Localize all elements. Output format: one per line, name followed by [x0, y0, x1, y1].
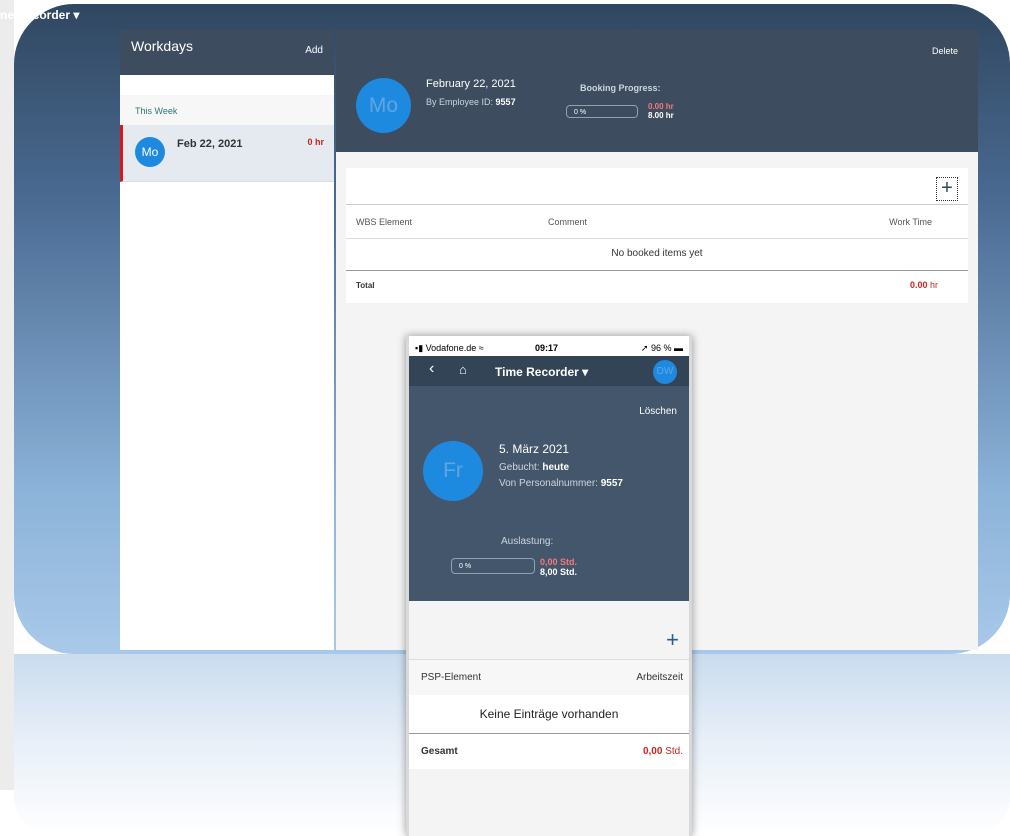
carrier-label: ▪▮ Vodafone.de ≈	[415, 343, 484, 353]
status-bar: ▪▮ Vodafone.de ≈ 09:17 ➚ 96 % ▬	[409, 336, 689, 356]
battery-label: ➚ 96 % ▬	[640, 343, 683, 353]
delete-button[interactable]: Löschen	[639, 406, 677, 417]
avatar: Mo	[356, 78, 411, 133]
target-hours: 8,00 Std.	[540, 567, 578, 577]
home-icon[interactable]: ⌂	[459, 362, 467, 377]
master-panel: Workdays Add This Week Mo Feb 22, 2021 0…	[120, 30, 334, 650]
user-avatar[interactable]: DW	[653, 360, 677, 384]
booked-hours: 0,00 Std.	[540, 557, 578, 567]
booking-progress-label: Booking Progress:	[580, 83, 661, 93]
app-title[interactable]: ne Recorder ▾	[0, 8, 79, 22]
avatar: Mo	[135, 137, 165, 167]
booking-table: + WBS Element Comment Work Time No booke…	[346, 168, 968, 303]
column-header: WBS Element	[356, 217, 413, 227]
group-header: This Week	[120, 95, 334, 125]
list-item-date: Feb 22, 2021	[177, 138, 243, 150]
empty-message: Keine Einträge vorhanden	[409, 695, 689, 734]
column-header: Arbeitszeit	[636, 672, 683, 683]
add-button[interactable]: Add	[305, 45, 323, 56]
delete-button[interactable]: Delete	[932, 46, 958, 56]
plus-icon[interactable]: +	[666, 627, 679, 653]
detail-date: February 22, 2021	[426, 78, 516, 90]
plus-icon[interactable]: +	[936, 177, 958, 201]
employee-id: 9557	[495, 97, 516, 107]
detail-header: Delete Mo February 22, 2021 By Employee …	[336, 30, 978, 152]
back-icon[interactable]: ‹	[429, 360, 434, 378]
booked-hours: 0.00 hr	[648, 102, 674, 111]
empty-message: No booked items yet	[346, 238, 968, 271]
booked-info: Gebucht: heute	[499, 462, 570, 473]
total-label: Gesamt	[421, 746, 458, 757]
employee-info: By Employee ID: 9557	[426, 97, 516, 107]
column-header: Comment	[548, 217, 588, 227]
left-edge-strip	[0, 0, 14, 790]
total-value: 0.00 hr	[909, 280, 938, 290]
master-spacer	[120, 75, 334, 95]
total-label: Total	[356, 281, 375, 290]
utilization-label: Auslastung:	[501, 536, 554, 547]
column-header: PSP-Element	[421, 672, 482, 683]
phone-app-title[interactable]: Time Recorder ▾	[495, 365, 588, 379]
phone-header: Löschen Fr 5. März 2021 Gebucht: heute V…	[409, 386, 689, 601]
booking-progress-bar: 0 %	[566, 105, 638, 118]
status-time: 09:17	[535, 343, 559, 353]
phone-screenshot: ▪▮ Vodafone.de ≈ 09:17 ➚ 96 % ▬ ‹ ⌂ Time…	[406, 336, 692, 836]
list-item-hours: 0 hr	[307, 137, 324, 147]
group-label: This Week	[135, 106, 178, 116]
list-item[interactable]: Mo Feb 22, 2021 0 hr	[120, 125, 334, 182]
column-header: Work Time	[889, 217, 932, 227]
phone-nav-bar: ‹ ⌂ Time Recorder ▾ DW	[409, 356, 689, 386]
avatar: Fr	[423, 441, 483, 501]
table-header: WBS Element Comment Work Time	[346, 204, 968, 239]
phone-body: + PSP-Element Arbeitszeit Keine Einträge…	[409, 601, 689, 836]
phone-date: 5. März 2021	[499, 442, 570, 456]
total-row: Gesamt 0,00 Std.	[409, 734, 689, 769]
target-hours: 8.00 hr	[648, 111, 674, 120]
table-header: PSP-Element Arbeitszeit	[409, 659, 689, 696]
master-header: Workdays Add	[120, 30, 334, 75]
total-value: 0,00 Std.	[642, 746, 683, 757]
utilization-bar: 0 %	[451, 558, 535, 574]
master-title: Workdays	[131, 38, 193, 54]
personnel-info: Von Personalnummer: 9557	[499, 478, 623, 489]
